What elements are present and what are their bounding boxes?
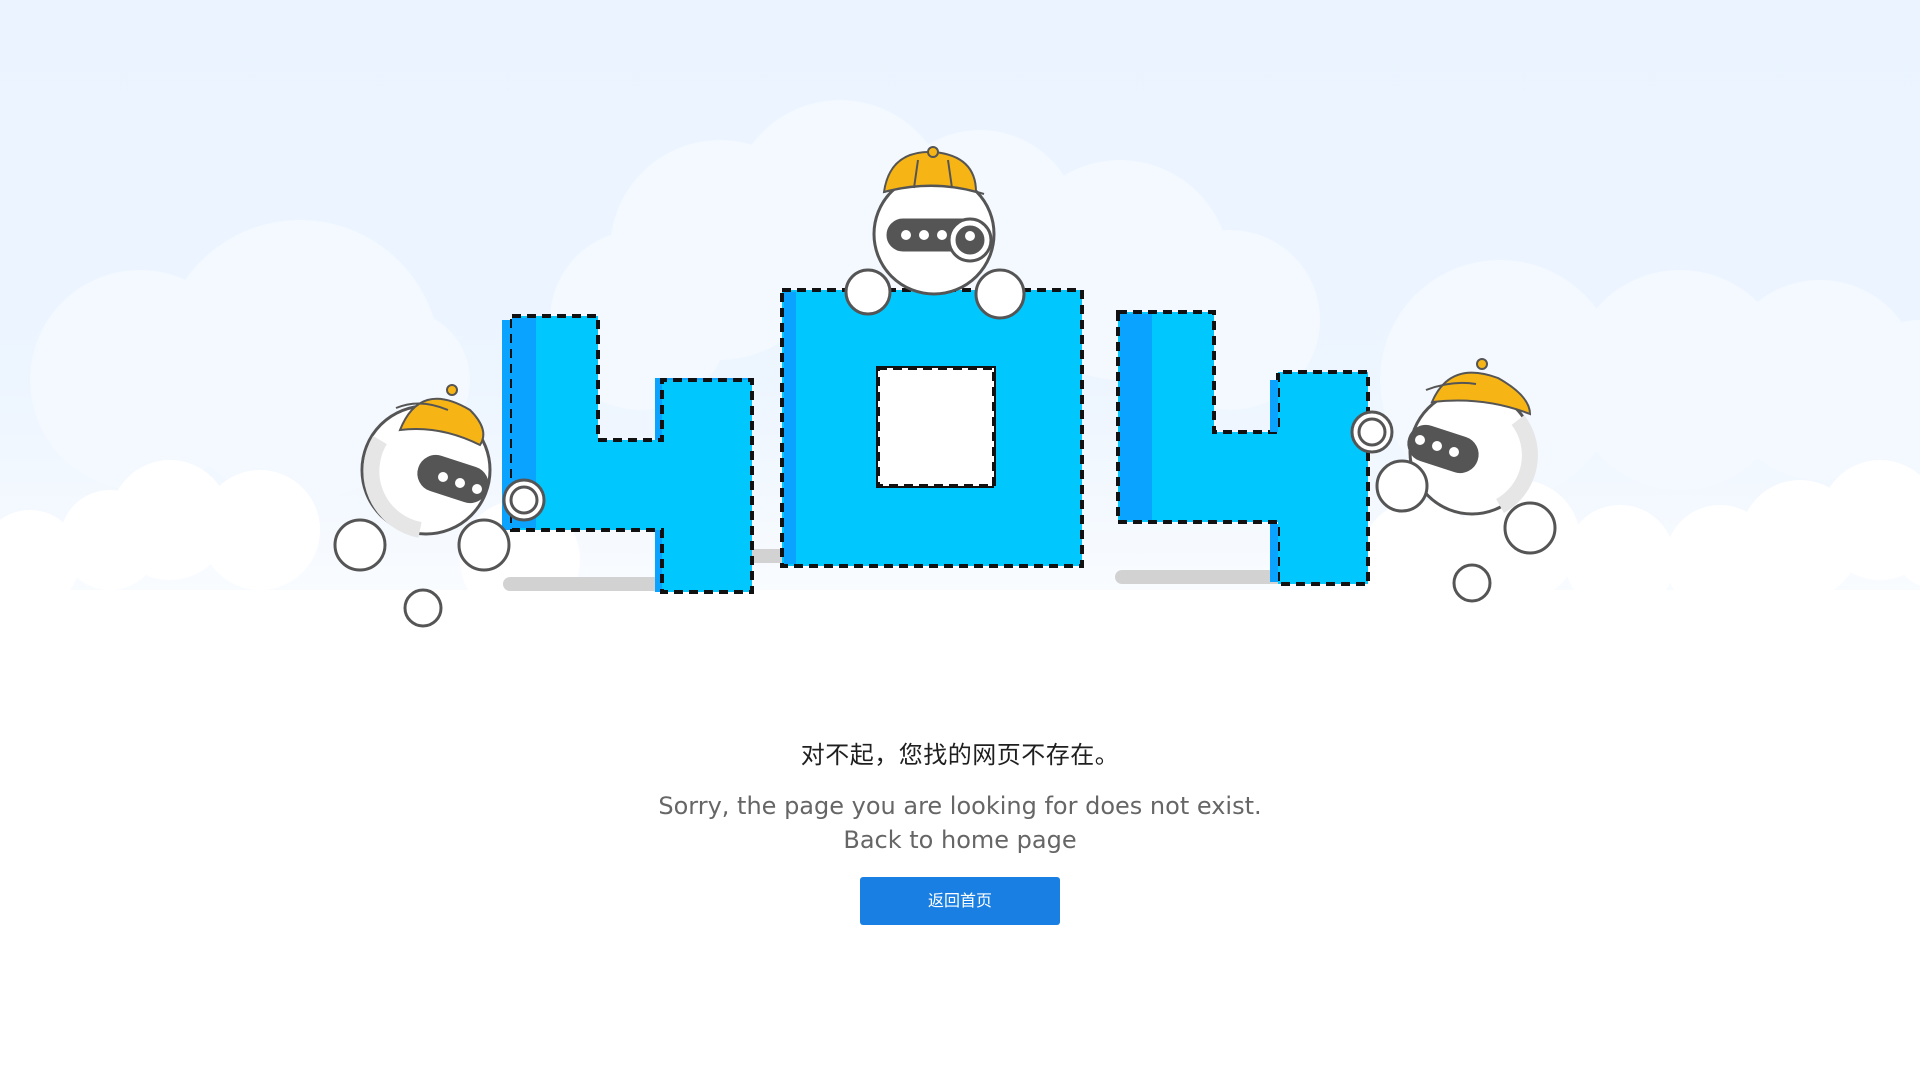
error-message-english: Sorry, the page you are looking for does… <box>658 792 1262 820</box>
back-to-home-text: Back to home page <box>843 826 1077 854</box>
back-home-button[interactable]: 返回首页 <box>860 877 1060 925</box>
error-page: 对不起，您找的网页不存在。 Sorry, the page you are lo… <box>0 0 1920 1080</box>
error-message-chinese: 对不起，您找的网页不存在。 <box>800 741 1120 769</box>
magnifier-icon <box>947 217 993 263</box>
digit-0 <box>780 288 1084 568</box>
error-message-block: 对不起，您找的网页不存在。 Sorry, the page you are lo… <box>0 735 1920 925</box>
magnifier-icon <box>1350 410 1394 454</box>
magnifier-icon <box>502 478 546 522</box>
error-404-illustration <box>0 0 1920 700</box>
